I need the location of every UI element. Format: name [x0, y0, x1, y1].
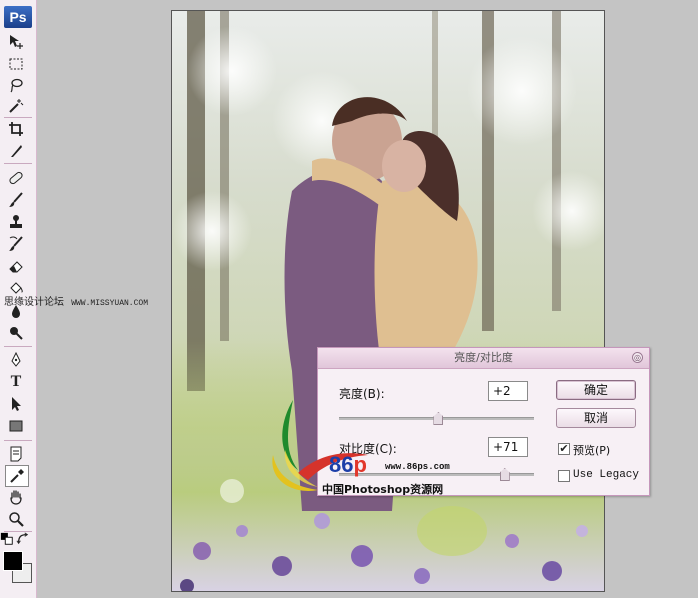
preview-checkbox[interactable]: ✔ [558, 443, 570, 455]
site-watermark: 思缘设计论坛 WWW.MISSYUAN.COM [4, 293, 148, 308]
86ps-logo-number: 86p [329, 452, 367, 477]
close-icon: ◎ [634, 353, 641, 362]
magic-wand-icon [9, 99, 24, 113]
arrow-icon [12, 397, 21, 411]
zoom-icon [9, 512, 24, 527]
foreground-color-swatch[interactable] [3, 551, 23, 571]
crop-tool[interactable] [5, 119, 27, 139]
stamp-icon [10, 215, 22, 228]
rectangle-icon [9, 420, 23, 432]
lasso-tool[interactable] [5, 75, 27, 95]
use-legacy-checkbox[interactable] [558, 470, 570, 482]
preview-label[interactable]: 预览(P) [573, 442, 610, 458]
eraser-icon [9, 261, 23, 273]
path-selection-tool[interactable] [5, 394, 27, 414]
hand-tool[interactable] [5, 487, 27, 507]
hand-icon [10, 490, 22, 505]
brightness-input[interactable] [488, 381, 528, 401]
move-tool[interactable] [5, 32, 27, 52]
image-canvas[interactable] [171, 10, 605, 592]
site-watermark-text: 思缘设计论坛 [4, 297, 64, 308]
slice-tool[interactable] [5, 141, 27, 161]
brush-icon [9, 192, 23, 207]
brush-tool[interactable] [5, 190, 27, 210]
magic-wand-tool[interactable] [5, 96, 27, 116]
eraser-tool[interactable] [5, 256, 27, 276]
86ps-logo-url: www.86ps.com [385, 462, 450, 472]
dodge-tool[interactable] [5, 323, 27, 343]
contrast-input[interactable] [488, 437, 528, 457]
history-brush-tool[interactable] [5, 234, 27, 254]
zoom-tool[interactable] [5, 509, 27, 529]
eyedropper-icon [10, 469, 24, 483]
type-icon: T [10, 373, 22, 390]
contrast-slider-thumb[interactable] [499, 468, 510, 481]
swap-arrows-icon [16, 532, 29, 545]
shape-tool[interactable] [5, 416, 27, 436]
dodge-icon [10, 327, 23, 340]
use-legacy-label[interactable]: Use Legacy [573, 469, 639, 481]
site-watermark-url: WWW.MISSYUAN.COM [71, 299, 148, 308]
photoshop-logo[interactable]: Ps [4, 6, 32, 28]
note-icon [10, 446, 22, 462]
lasso-icon [10, 78, 23, 93]
clone-stamp-tool[interactable] [5, 212, 27, 232]
pen-icon [11, 352, 21, 367]
notes-tool[interactable] [5, 444, 27, 464]
marquee-tool[interactable] [5, 54, 27, 74]
history-brush-icon [9, 236, 23, 251]
swap-colors-button[interactable] [16, 532, 30, 545]
86ps-logo-name: 中国Photoshop资源网 [322, 483, 444, 496]
type-tool[interactable]: T [5, 372, 27, 392]
healing-brush-tool[interactable] [5, 168, 27, 188]
ok-button[interactable]: 确定 [556, 380, 636, 400]
cancel-button[interactable]: 取消 [556, 408, 636, 428]
dialog-close-button[interactable]: ◎ [632, 352, 643, 363]
photo [172, 11, 604, 591]
pen-tool[interactable] [5, 350, 27, 370]
move-icon [10, 35, 23, 49]
bandage-icon [9, 171, 23, 185]
marquee-icon [9, 58, 23, 70]
default-colors-icon [0, 532, 13, 545]
default-colors-button[interactable] [0, 532, 14, 545]
crop-icon [9, 122, 23, 136]
eyedropper-tool[interactable] [5, 465, 29, 487]
slice-icon [11, 145, 22, 157]
dialog-title: 亮度/对比度 [318, 348, 649, 369]
